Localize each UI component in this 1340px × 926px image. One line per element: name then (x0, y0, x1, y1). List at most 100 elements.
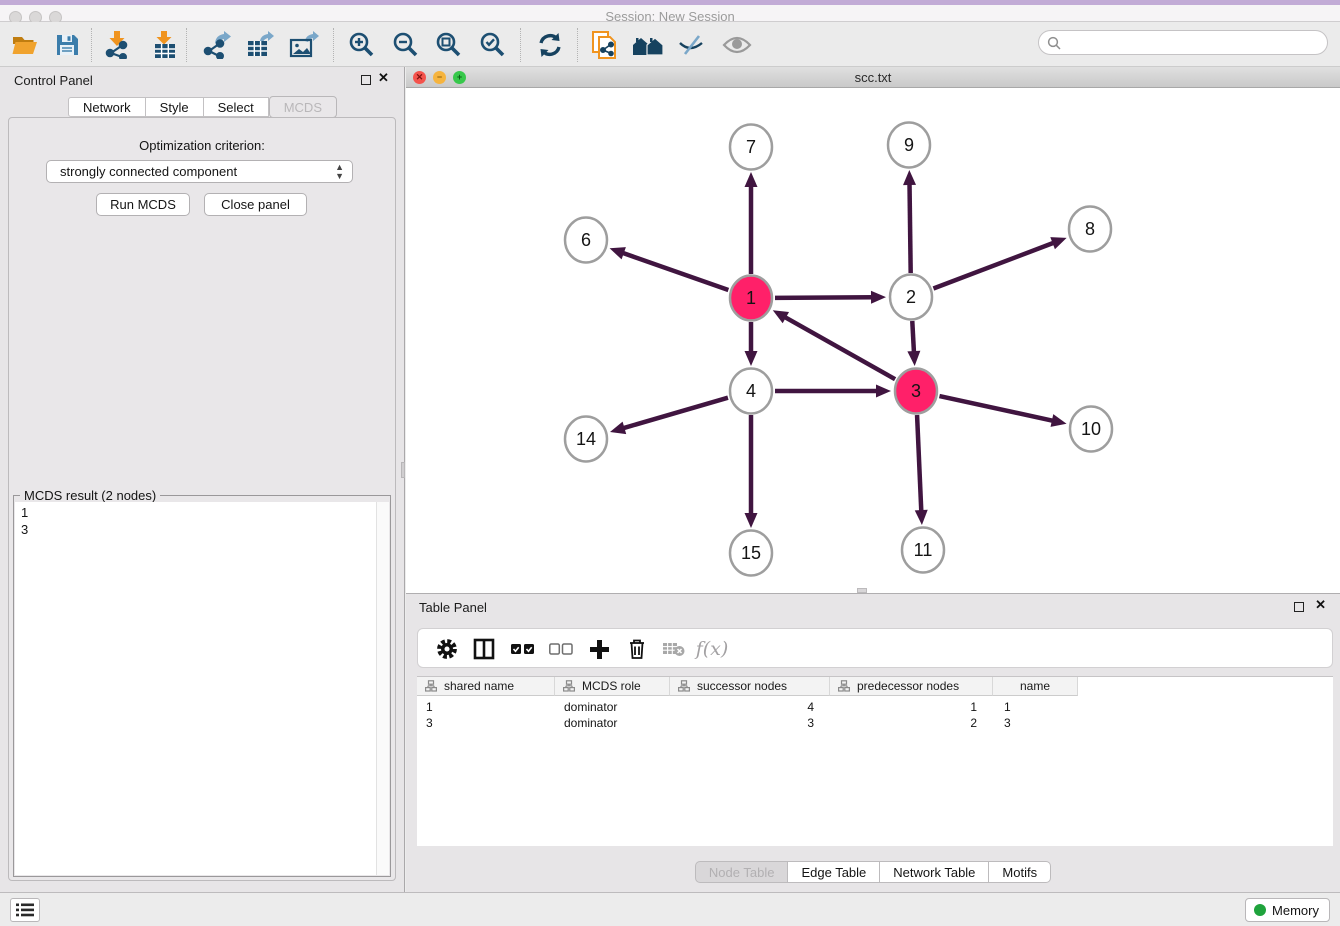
import-table-icon[interactable] (148, 29, 182, 61)
save-session-icon[interactable] (50, 29, 84, 61)
float-panel-icon[interactable] (361, 75, 371, 85)
table-settings-icon[interactable] (431, 633, 463, 665)
edge-3-to-11[interactable] (917, 415, 921, 513)
table-tab-node-table[interactable]: Node Table (695, 861, 789, 883)
float-table-panel-icon[interactable] (1294, 602, 1304, 612)
mcds-result-textarea[interactable]: 13 (15, 502, 389, 875)
mcds-result-title: MCDS result (2 nodes) (20, 488, 160, 503)
cell-shared-name[interactable]: 1 (417, 699, 555, 715)
vertical-splitter-handle[interactable] (401, 462, 405, 478)
table-row[interactable]: 1dominator411 (417, 699, 1333, 715)
column-header-name[interactable]: name (993, 677, 1078, 696)
select-all-icon[interactable] (507, 633, 539, 665)
edge-2-to-9[interactable] (909, 182, 910, 273)
column-header-label: successor nodes (697, 679, 787, 693)
arrowhead-3-to-10 (1051, 414, 1067, 427)
cell-successor-nodes[interactable]: 3 (670, 715, 830, 731)
cell-predecessor-nodes[interactable]: 2 (830, 715, 993, 731)
column-header-label: name (1020, 679, 1050, 693)
export-table-icon[interactable] (243, 29, 277, 61)
edge-2-to-8[interactable] (933, 242, 1055, 288)
optimization-criterion-label: Optimization criterion: (9, 138, 395, 153)
arrowhead-1-to-2 (871, 291, 886, 304)
control-tab-mcds[interactable]: MCDS (269, 96, 337, 118)
control-tab-style[interactable]: Style (146, 97, 204, 117)
memory-status-icon (1254, 904, 1266, 916)
table-row[interactable]: 3dominator323 (417, 715, 1333, 731)
edge-3-to-10[interactable] (939, 396, 1054, 421)
cell-MCDS-role[interactable]: dominator (555, 715, 670, 731)
table-tab-motifs[interactable]: Motifs (989, 861, 1051, 883)
column-hierarchy-icon (563, 680, 575, 692)
column-header-label: MCDS role (582, 679, 641, 693)
toolbar-separator (91, 28, 92, 62)
edge-1-to-6[interactable] (621, 252, 728, 290)
edge-3-to-1[interactable] (783, 316, 895, 379)
list-icon (16, 903, 34, 917)
export-network-icon[interactable] (200, 29, 234, 61)
refresh-layout-icon[interactable] (533, 29, 567, 61)
cell-predecessor-nodes[interactable]: 1 (830, 699, 993, 715)
search-input[interactable] (1067, 33, 1317, 52)
graph-node-label-11: 11 (914, 540, 933, 560)
network-window-titlebar[interactable]: ✕ − + scc.txt (406, 67, 1340, 88)
arrowhead-1-to-4 (745, 351, 758, 366)
clone-network-icon[interactable] (588, 29, 622, 61)
deselect-all-icon[interactable] (545, 633, 577, 665)
close-panel-button[interactable]: Close panel (204, 193, 307, 216)
column-header-shared-name[interactable]: shared name (417, 677, 555, 696)
import-network-icon[interactable] (101, 29, 135, 61)
table-tab-network-table[interactable]: Network Table (880, 861, 989, 883)
column-header-predecessor-nodes[interactable]: predecessor nodes (830, 677, 993, 696)
hide-selected-icon[interactable] (675, 29, 709, 61)
close-panel-icon[interactable]: ✕ (378, 70, 389, 86)
table-tab-edge-table[interactable]: Edge Table (788, 861, 880, 883)
show-all-networks-icon[interactable] (631, 29, 665, 61)
show-columns-icon[interactable] (468, 633, 500, 665)
mcds-result-node: 3 (21, 521, 28, 538)
memory-button[interactable]: Memory (1245, 898, 1330, 922)
graph-node-label-14: 14 (576, 429, 596, 449)
column-header-successor-nodes[interactable]: successor nodes (670, 677, 830, 696)
control-tab-select[interactable]: Select (204, 97, 269, 117)
network-graph[interactable]: 7968124314101511 (406, 88, 1340, 593)
task-history-button[interactable] (10, 898, 40, 922)
column-header-label: predecessor nodes (857, 679, 959, 693)
zoom-fit-icon[interactable] (432, 29, 466, 61)
search-box[interactable] (1038, 30, 1328, 55)
apply-function-icon[interactable]: f(x) (696, 633, 728, 665)
edge-1-to-2[interactable] (775, 297, 874, 298)
export-image-icon[interactable] (287, 29, 321, 61)
control-panel-tabs: NetworkStyleSelectMCDS (0, 97, 405, 118)
zoom-selected-icon[interactable] (476, 29, 510, 61)
delete-table-icon[interactable] (658, 633, 690, 665)
edge-2-to-3[interactable] (912, 321, 914, 354)
show-hidden-icon[interactable] (720, 29, 754, 61)
graph-node-label-8: 8 (1085, 219, 1095, 239)
optimization-criterion-select[interactable]: strongly connected component ▲▼ (46, 160, 353, 183)
node-table[interactable]: shared name MCDS role successor nodes prede… (417, 676, 1333, 846)
zoom-in-icon[interactable] (345, 29, 379, 61)
cell-MCDS-role[interactable]: dominator (555, 699, 670, 715)
delete-row-icon[interactable] (621, 633, 653, 665)
main-toolbar (0, 22, 1340, 67)
add-row-icon[interactable] (583, 633, 615, 665)
column-header-MCDS-role[interactable]: MCDS role (555, 677, 670, 696)
cell-name[interactable]: 1 (993, 699, 1078, 715)
zoom-out-icon[interactable] (389, 29, 423, 61)
status-bar: Memory (0, 892, 1340, 926)
mcds-result-lines: 13 (21, 504, 28, 538)
arrowhead-1-to-6 (610, 247, 626, 259)
close-table-panel-icon[interactable]: ✕ (1315, 597, 1326, 613)
cell-successor-nodes[interactable]: 4 (670, 699, 830, 715)
result-scrollbar[interactable] (376, 502, 389, 875)
edge-4-to-14[interactable] (622, 398, 728, 429)
open-session-icon[interactable] (8, 29, 42, 61)
cell-name[interactable]: 3 (993, 715, 1078, 731)
arrowhead-4-to-14 (610, 422, 626, 434)
control-panel-title: Control Panel (14, 73, 93, 88)
control-tab-network[interactable]: Network (68, 97, 146, 117)
network-canvas[interactable]: 7968124314101511 (406, 88, 1340, 593)
cell-shared-name[interactable]: 3 (417, 715, 555, 731)
run-mcds-button[interactable]: Run MCDS (96, 193, 190, 216)
